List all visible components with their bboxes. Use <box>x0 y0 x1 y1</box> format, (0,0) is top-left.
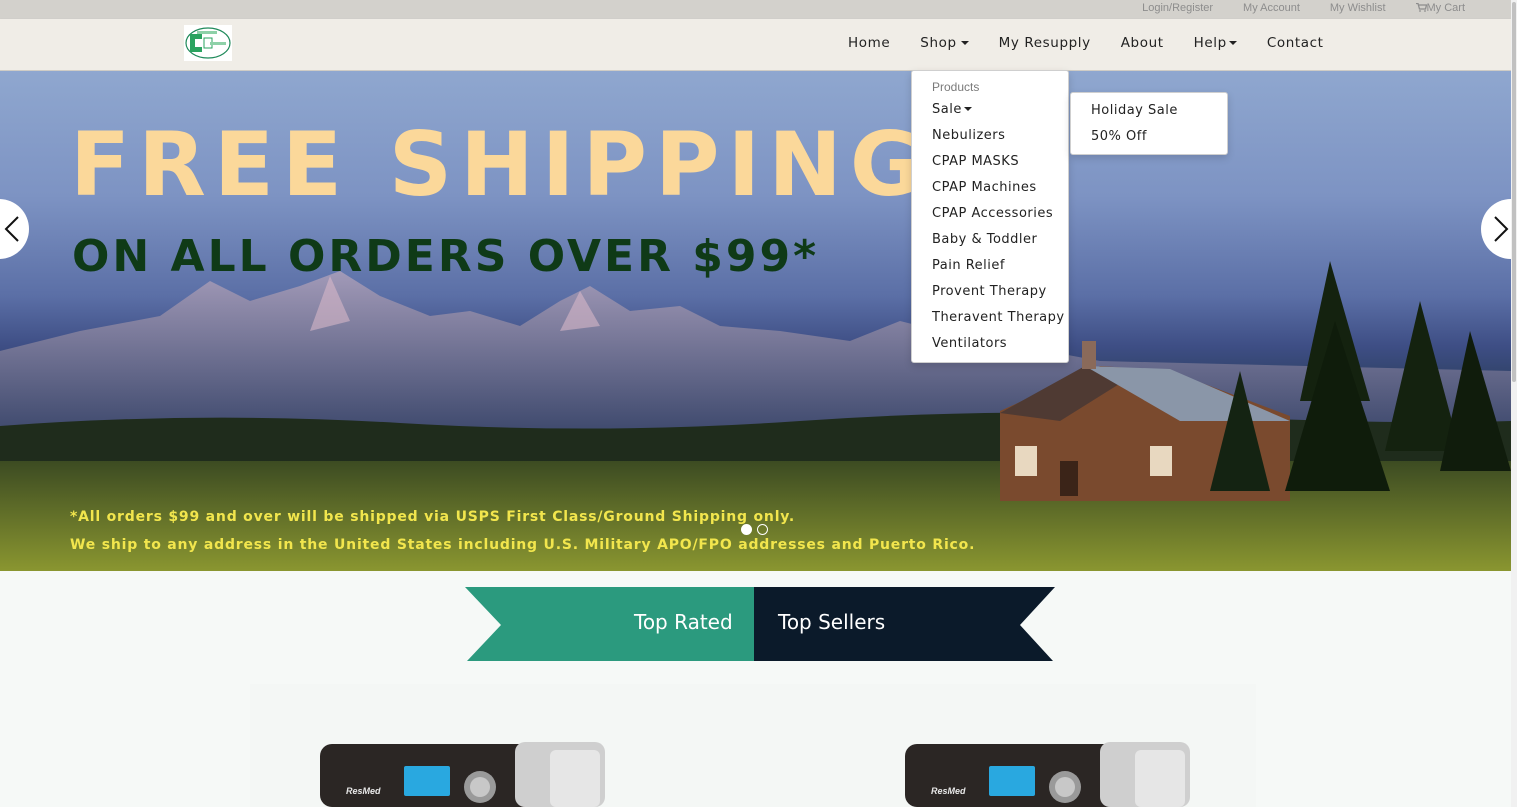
my-cart-label: My Cart <box>1426 2 1466 14</box>
main-nav: Home Shop My Resupply About Help Contact <box>848 35 1354 51</box>
my-wishlist-link[interactable]: My Wishlist <box>1330 2 1386 14</box>
login-register-link[interactable]: Login/Register <box>1142 2 1213 14</box>
logo-mark-icon <box>185 27 231 59</box>
site-logo[interactable] <box>184 25 232 61</box>
dropdown-header: Products <box>932 80 980 94</box>
menu-item-holiday-sale[interactable]: Holiday Sale <box>1091 103 1178 129</box>
shop-dropdown-menu: Products Sale Nebulizers CPAP MASKS CPAP… <box>911 70 1069 363</box>
menu-item-cpap-masks[interactable]: CPAP MASKS <box>932 154 1065 180</box>
utility-links: Login/Register My Account My Wishlist My… <box>1142 2 1465 14</box>
menu-item-cpap-machines[interactable]: CPAP Machines <box>932 180 1065 206</box>
menu-item-baby-toddler[interactable]: Baby & Toddler <box>932 232 1065 258</box>
nav-my-resupply[interactable]: My Resupply <box>999 35 1091 51</box>
page-scrollbar[interactable] <box>1511 0 1517 807</box>
nav-contact[interactable]: Contact <box>1267 35 1324 51</box>
product-card[interactable]: ResMed <box>905 742 1190 807</box>
main-header: Home Shop My Resupply About Help Contact <box>0 19 1511 71</box>
shop-menu-list: Sale Nebulizers CPAP MASKS CPAP Machines… <box>932 102 1065 362</box>
product-grid: ResMed ResMed <box>250 684 1256 807</box>
cpap-machine-image <box>320 742 605 807</box>
menu-item-nebulizers[interactable]: Nebulizers <box>932 128 1065 154</box>
my-account-link[interactable]: My Account <box>1243 2 1300 14</box>
product-tabs: Top Rated Top Sellers <box>465 587 1057 661</box>
product-brand-logo: ResMed <box>931 786 966 796</box>
tab-top-sellers[interactable]: Top Sellers <box>778 610 885 634</box>
sale-menu-list: Holiday Sale 50% Off <box>1091 103 1178 155</box>
menu-item-ventilators[interactable]: Ventilators <box>932 336 1065 362</box>
menu-item-50-off[interactable]: 50% Off <box>1091 129 1178 155</box>
sale-submenu: Holiday Sale 50% Off <box>1070 92 1228 155</box>
menu-item-cpap-accessories[interactable]: CPAP Accessories <box>932 206 1065 232</box>
hero-fine-print-2: We ship to any address in the United Sta… <box>70 537 976 553</box>
carousel-dot-2[interactable] <box>757 524 768 535</box>
chevron-down-icon <box>1228 41 1237 45</box>
cart-icon <box>1415 3 1427 12</box>
chevron-down-icon <box>960 41 969 45</box>
nav-help-label: Help <box>1193 35 1227 51</box>
menu-item-theravent-therapy[interactable]: Theravent Therapy <box>932 310 1065 336</box>
product-brand-logo: ResMed <box>346 786 381 796</box>
hero-subtitle: ON ALL ORDERS OVER $99* <box>72 231 820 282</box>
my-cart-link[interactable]: My Cart <box>1415 2 1466 14</box>
nav-about[interactable]: About <box>1121 35 1164 51</box>
nav-help[interactable]: Help <box>1194 35 1237 51</box>
menu-item-sale-label: Sale <box>932 102 962 117</box>
cpap-machine-image <box>905 742 1190 807</box>
menu-item-provent-therapy[interactable]: Provent Therapy <box>932 284 1065 310</box>
chevron-down-icon <box>963 107 972 111</box>
tab-top-rated[interactable]: Top Rated <box>634 610 733 634</box>
nav-shop[interactable]: Shop <box>920 35 969 51</box>
carousel-indicators <box>741 524 768 535</box>
tabs-ribbon-shape <box>465 587 1055 661</box>
hero-title: FREE SHIPPING <box>70 113 931 216</box>
utility-bar: Login/Register My Account My Wishlist My… <box>0 0 1511 19</box>
product-card[interactable]: ResMed <box>320 742 605 807</box>
scrollbar-thumb[interactable] <box>1512 2 1516 382</box>
chevron-left-icon <box>4 216 19 242</box>
menu-item-sale[interactable]: Sale <box>932 102 1065 128</box>
carousel-dot-1[interactable] <box>741 524 752 535</box>
nav-shop-label: Shop <box>920 35 957 51</box>
hero-carousel: FREE SHIPPING ON ALL ORDERS OVER $99* *A… <box>0 71 1511 571</box>
menu-item-pain-relief[interactable]: Pain Relief <box>932 258 1065 284</box>
hero-fine-print-1: *All orders $99 and over will be shipped… <box>70 509 796 525</box>
nav-home[interactable]: Home <box>848 35 890 51</box>
